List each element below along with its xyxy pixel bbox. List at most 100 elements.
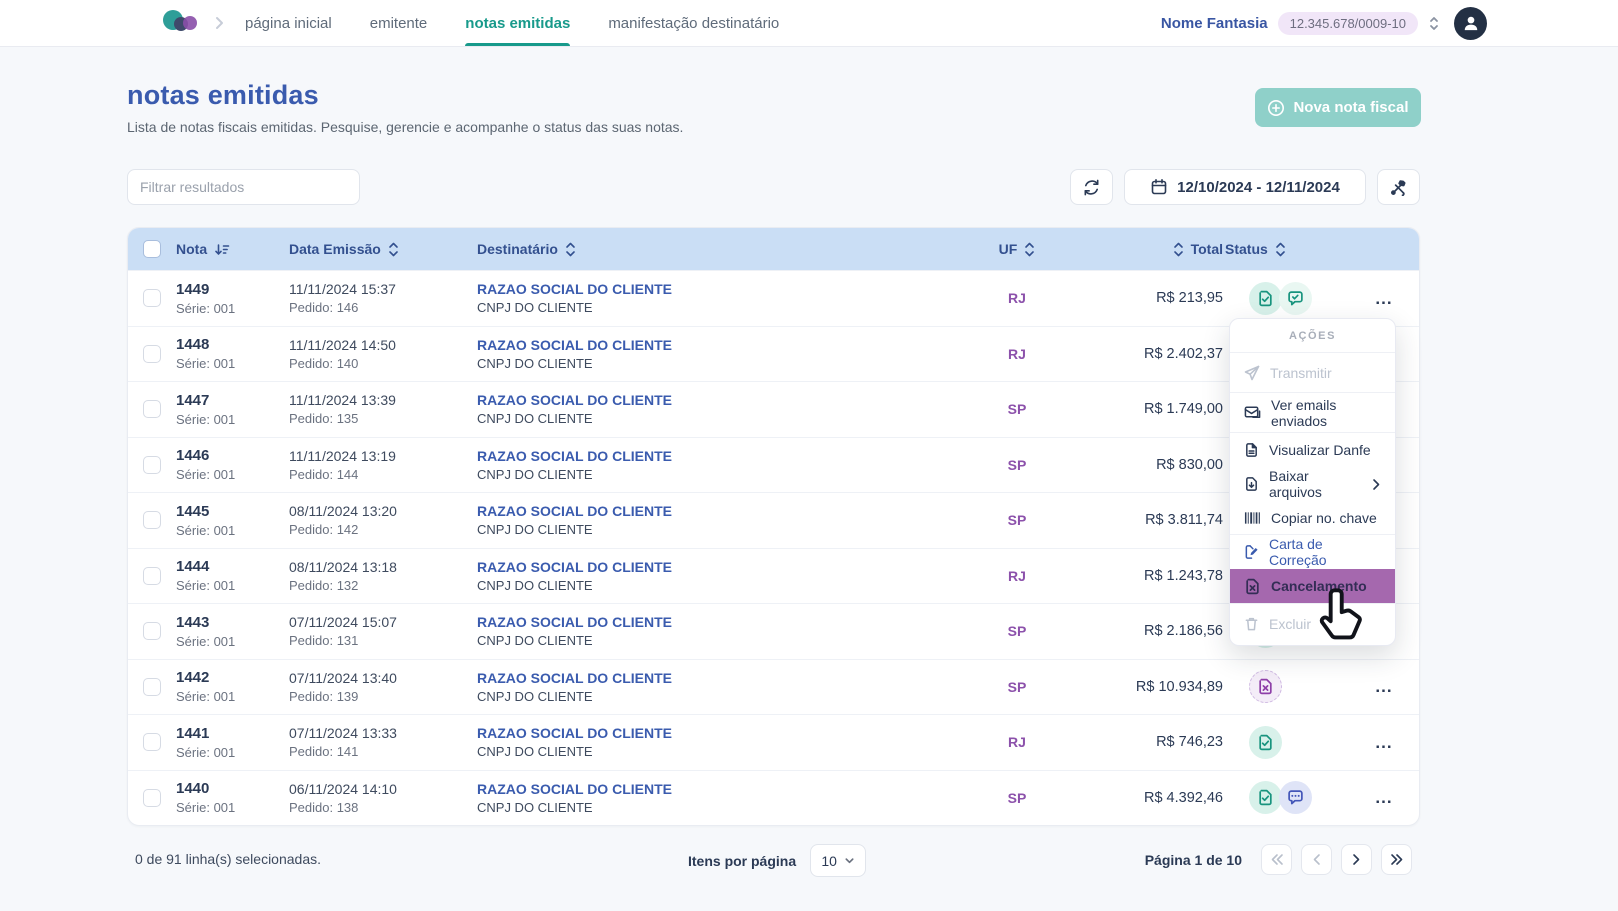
data-emissao-cell: 07/11/2024 13:33 Pedido: 141	[289, 725, 477, 759]
row-checkbox[interactable]	[143, 289, 161, 307]
client-name-link[interactable]: RAZAO SOCIAL DO CLIENTE	[477, 781, 947, 797]
tab-página-inicial[interactable]: página inicial	[245, 0, 332, 46]
column-header-status[interactable]: Status	[1225, 241, 1365, 257]
last-page-button[interactable]	[1381, 844, 1412, 875]
emission-datetime: 11/11/2024 13:39	[289, 392, 477, 408]
nota-serie: Série: 001	[176, 578, 289, 593]
company-cnpj-badge[interactable]: 12.345.678/0009-10	[1278, 12, 1418, 35]
menu-item-baixar-arquivos[interactable]: Baixar arquivos	[1230, 467, 1395, 501]
row-menu-button[interactable]: ...	[1371, 783, 1396, 812]
column-header-nota[interactable]: Nota	[176, 241, 289, 257]
client-name-link[interactable]: RAZAO SOCIAL DO CLIENTE	[477, 670, 947, 686]
status-doc-check-icon[interactable]	[1249, 726, 1282, 759]
destinatario-cell: RAZAO SOCIAL DO CLIENTE CNPJ DO CLIENTE	[477, 670, 947, 704]
sort-toggle-icon[interactable]	[565, 242, 576, 257]
row-checkbox[interactable]	[143, 678, 161, 696]
client-name-link[interactable]: RAZAO SOCIAL DO CLIENTE	[477, 725, 947, 741]
tab-notas-emitidas[interactable]: notas emitidas	[465, 0, 570, 46]
nota-serie: Série: 001	[176, 356, 289, 371]
tab-manifestação-destinatário[interactable]: manifestação destinatário	[608, 0, 779, 46]
client-name-link[interactable]: RAZAO SOCIAL DO CLIENTE	[477, 614, 947, 630]
client-name-link[interactable]: RAZAO SOCIAL DO CLIENTE	[477, 392, 947, 408]
menu-item-copiar-no-chave[interactable]: Copiar no. chave	[1230, 501, 1395, 535]
row-menu-button[interactable]: ...	[1371, 284, 1396, 313]
pedido-number: Pedido: 138	[289, 800, 477, 815]
new-invoice-label: Nova nota fiscal	[1293, 99, 1408, 116]
refresh-icon	[1082, 178, 1101, 197]
user-avatar[interactable]	[1454, 7, 1487, 40]
logo-circle-purple	[183, 16, 197, 30]
column-header-uf[interactable]: UF	[947, 241, 1087, 257]
client-name-link[interactable]: RAZAO SOCIAL DO CLIENTE	[477, 281, 947, 297]
row-checkbox[interactable]	[143, 511, 161, 529]
column-header-data-emissão[interactable]: Data Emissão	[289, 241, 477, 257]
select-all-checkbox[interactable]	[143, 240, 161, 258]
client-name-link[interactable]: RAZAO SOCIAL DO CLIENTE	[477, 337, 947, 353]
sort-toggle-icon[interactable]	[1024, 242, 1035, 257]
data-emissao-cell: 08/11/2024 13:20 Pedido: 142	[289, 503, 477, 537]
breadcrumb-chevron-icon	[211, 15, 227, 31]
row-checkbox[interactable]	[143, 400, 161, 418]
client-name-link[interactable]: RAZAO SOCIAL DO CLIENTE	[477, 448, 947, 464]
menu-item-label: Ver emails enviados	[1271, 397, 1381, 429]
row-menu-button[interactable]: ...	[1371, 728, 1396, 757]
nota-cell: 1441 Série: 001	[176, 725, 289, 760]
pedido-number: Pedido: 132	[289, 578, 477, 593]
column-label: Data Emissão	[289, 241, 381, 257]
status-doc-x-icon[interactable]	[1249, 670, 1282, 703]
sort-toggle-icon[interactable]	[388, 242, 399, 257]
table-row-nota-1448: 1448 Série: 00111/11/2024 14:50 Pedido: …	[128, 326, 1419, 382]
total-value: R$ 10.934,89	[1087, 679, 1225, 695]
app-logo[interactable]	[163, 7, 197, 39]
status-chat-check-icon[interactable]	[1279, 282, 1312, 315]
uf-value: SP	[947, 457, 1087, 473]
barcode-icon	[1244, 511, 1261, 525]
row-checkbox[interactable]	[143, 789, 161, 807]
sort-desc-icon[interactable]	[214, 243, 230, 256]
row-checkbox-cell	[128, 400, 176, 418]
refresh-button[interactable]	[1070, 169, 1113, 205]
status-doc-check-icon[interactable]	[1249, 781, 1282, 814]
nota-number: 1445	[176, 503, 289, 520]
row-checkbox-cell	[128, 622, 176, 640]
status-doc-check-icon[interactable]	[1249, 282, 1282, 315]
row-checkbox[interactable]	[143, 622, 161, 640]
destinatario-cell: RAZAO SOCIAL DO CLIENTE CNPJ DO CLIENTE	[477, 392, 947, 426]
client-name-link[interactable]: RAZAO SOCIAL DO CLIENTE	[477, 559, 947, 575]
next-page-button[interactable]	[1341, 844, 1372, 875]
menu-item-visualizar-danfe[interactable]: Visualizar Danfe	[1230, 433, 1395, 467]
menu-item-ver-emails-enviados[interactable]: Ver emails enviados	[1230, 393, 1395, 433]
paper-plane-icon	[1244, 365, 1260, 381]
company-name[interactable]: Nome Fantasia	[1161, 15, 1268, 32]
column-header-destinatário[interactable]: Destinatário	[477, 241, 947, 257]
uf-value: RJ	[947, 734, 1087, 750]
date-range-button[interactable]: 12/10/2024 - 12/11/2024	[1124, 169, 1366, 205]
client-name-link[interactable]: RAZAO SOCIAL DO CLIENTE	[477, 503, 947, 519]
company-switcher-icon[interactable]	[1428, 15, 1440, 32]
filter-input[interactable]	[127, 169, 360, 205]
column-label: UF	[999, 241, 1018, 257]
row-menu-button[interactable]: ...	[1371, 672, 1396, 701]
row-checkbox[interactable]	[143, 567, 161, 585]
items-per-page-select[interactable]: 10	[810, 844, 866, 877]
pedido-number: Pedido: 146	[289, 300, 477, 315]
row-checkbox[interactable]	[143, 456, 161, 474]
tools-button[interactable]	[1377, 169, 1420, 205]
total-value: R$ 2.402,37	[1087, 346, 1225, 362]
data-emissao-cell: 11/11/2024 13:19 Pedido: 144	[289, 448, 477, 482]
selection-count: 0 de 91 linha(s) selecionadas.	[135, 851, 321, 867]
nota-serie: Série: 001	[176, 301, 289, 316]
status-chat-dots-icon[interactable]	[1279, 781, 1312, 814]
tab-emitente[interactable]: emitente	[370, 0, 428, 46]
menu-item-label: Cancelamento	[1271, 578, 1367, 594]
row-checkbox[interactable]	[143, 345, 161, 363]
menu-item-cancelamento[interactable]: Cancelamento	[1230, 569, 1395, 603]
column-header-total[interactable]: Total	[1087, 241, 1225, 257]
new-invoice-button[interactable]: Nova nota fiscal	[1255, 88, 1421, 127]
menu-item-carta-de-corre-o[interactable]: Carta de Correção	[1230, 535, 1395, 569]
row-checkbox[interactable]	[143, 733, 161, 751]
row-checkbox-cell	[128, 567, 176, 585]
sort-toggle-icon[interactable]	[1173, 242, 1184, 257]
sort-toggle-icon[interactable]	[1275, 242, 1286, 257]
chevron-down-icon	[844, 855, 855, 866]
